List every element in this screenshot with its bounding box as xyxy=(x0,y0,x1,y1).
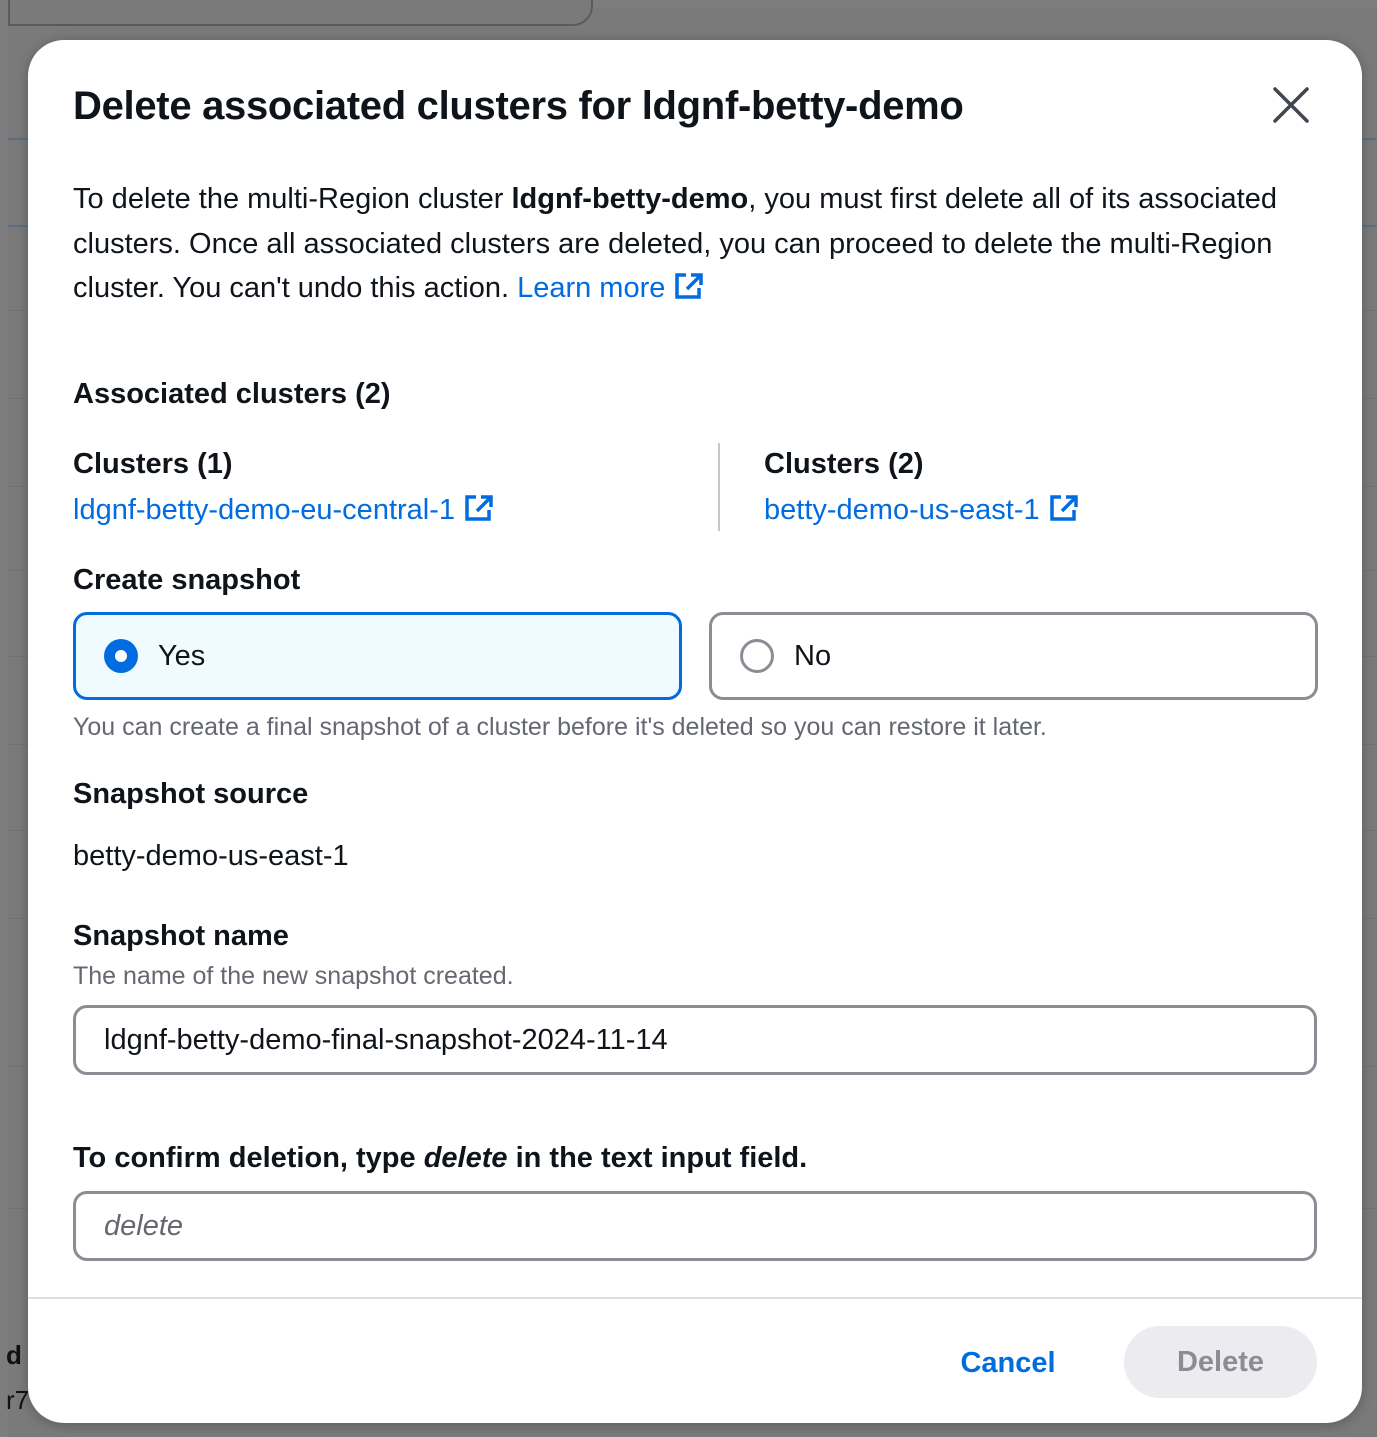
snapshot-name-input[interactable] xyxy=(73,1005,1317,1075)
snapshot-name-label: Snapshot name xyxy=(73,920,289,952)
close-icon xyxy=(1273,87,1309,123)
cluster-link-label: betty-demo-us-east-1 xyxy=(764,494,1040,526)
external-link-icon xyxy=(675,273,704,299)
snapshot-option-yes[interactable]: Yes xyxy=(73,612,682,700)
cluster-link-eu-central-1[interactable]: ldgnf-betty-demo-eu-central-1 xyxy=(73,493,495,527)
external-link-icon xyxy=(465,495,493,521)
snapshot-hint: You can create a final snapshot of a clu… xyxy=(73,713,1047,741)
radio-label: No xyxy=(794,639,832,672)
modal-description: To delete the multi-Region cluster ldgnf… xyxy=(73,177,1313,311)
modal-title: Delete associated clusters for ldgnf-bet… xyxy=(73,84,964,128)
confirm-deletion-label: To confirm deletion, type delete in the … xyxy=(73,1142,807,1175)
footer-divider xyxy=(28,1297,1362,1299)
delete-clusters-modal: Delete associated clusters for ldgnf-bet… xyxy=(28,40,1362,1423)
snapshot-option-no[interactable]: No xyxy=(709,612,1318,700)
confirm-label-text: in the text input field. xyxy=(507,1142,808,1174)
cancel-button[interactable]: Cancel xyxy=(933,1330,1083,1396)
snapshot-source-label: Snapshot source xyxy=(73,778,309,810)
delete-button[interactable]: Delete xyxy=(1124,1326,1317,1398)
close-button[interactable] xyxy=(1266,80,1316,130)
confirm-label-text: To confirm deletion, type xyxy=(73,1142,424,1174)
column-divider xyxy=(718,443,720,531)
cluster-link-label: ldgnf-betty-demo-eu-central-1 xyxy=(73,494,456,526)
clusters-column-title: Clusters (1) xyxy=(73,448,233,480)
cluster-link-us-east-1[interactable]: betty-demo-us-east-1 xyxy=(764,493,1080,527)
confirm-deletion-input[interactable] xyxy=(73,1191,1317,1261)
associated-clusters-heading: Associated clusters (2) xyxy=(73,378,391,410)
background-text: d xyxy=(6,1340,22,1370)
learn-more-label: Learn more xyxy=(517,272,666,304)
background-text: r7 xyxy=(6,1385,30,1415)
external-link-icon xyxy=(1049,495,1078,521)
learn-more-link[interactable]: Learn more xyxy=(517,272,705,304)
background-card xyxy=(8,0,593,26)
description-text: To delete the multi-Region cluster xyxy=(73,183,512,215)
radio-selected-icon xyxy=(104,639,138,673)
clusters-column-title: Clusters (2) xyxy=(764,448,924,480)
snapshot-source-value: betty-demo-us-east-1 xyxy=(73,840,349,872)
radio-unselected-icon xyxy=(740,639,774,673)
description-cluster-name: ldgnf-betty-demo xyxy=(511,183,749,215)
confirm-label-keyword: delete xyxy=(423,1142,508,1174)
radio-label: Yes xyxy=(158,639,206,672)
snapshot-name-description: The name of the new snapshot created. xyxy=(73,962,514,990)
create-snapshot-heading: Create snapshot xyxy=(73,564,301,596)
